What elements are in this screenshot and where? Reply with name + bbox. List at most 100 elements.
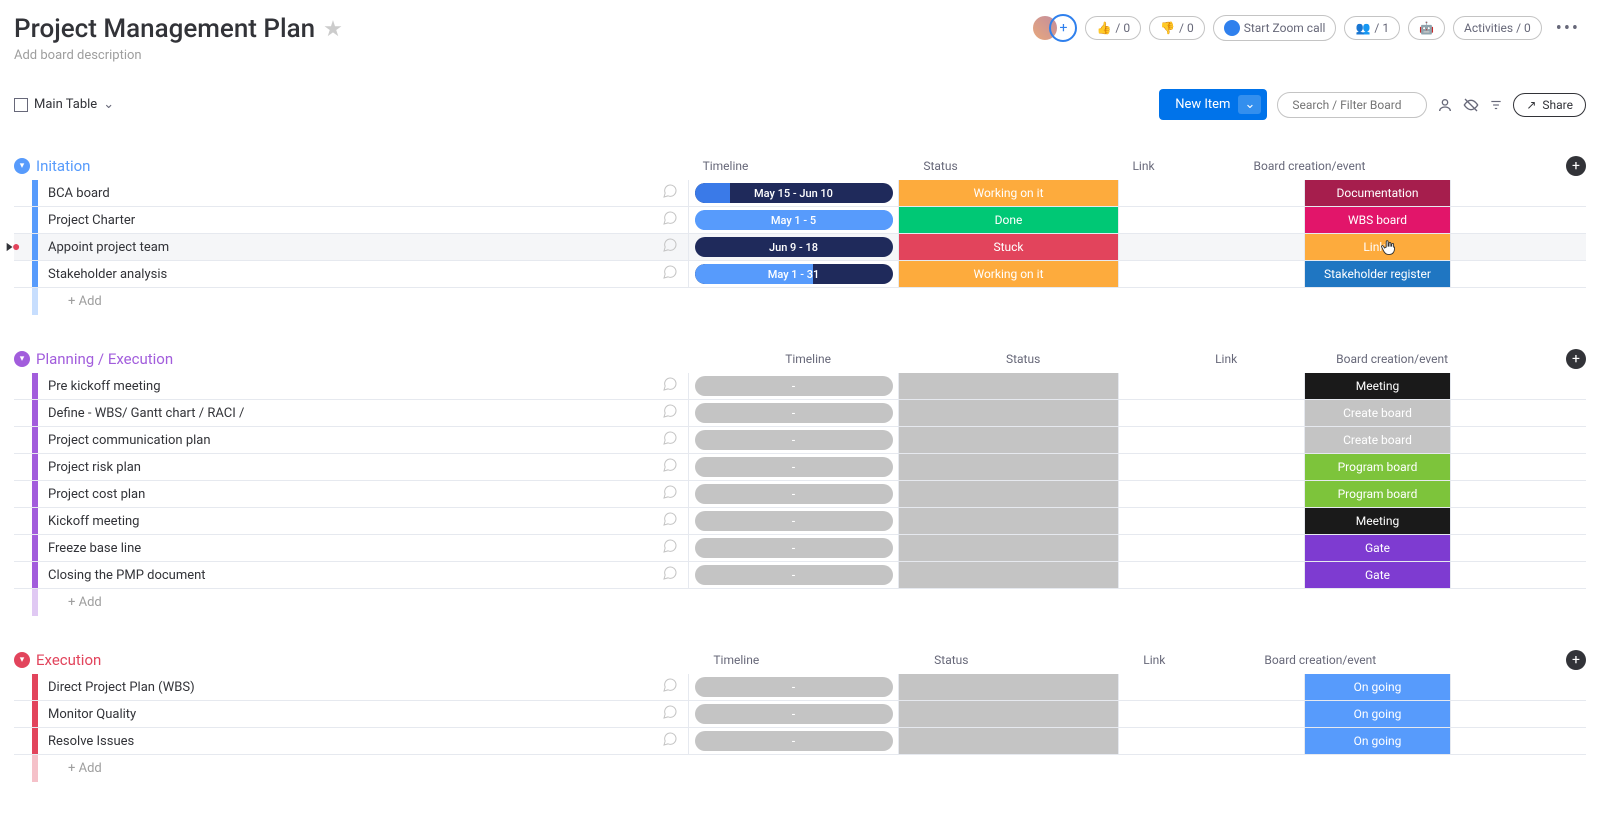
timeline-cell[interactable]: - — [688, 373, 898, 399]
timeline-cell[interactable]: - — [688, 454, 898, 480]
table-row[interactable]: Closing the PMP document - Gate — [14, 562, 1586, 589]
thumbs-down-button[interactable]: 👎 / 0 — [1149, 16, 1205, 40]
person-filter-icon[interactable] — [1437, 97, 1453, 113]
item-name[interactable]: Stakeholder analysis — [48, 267, 167, 282]
column-header-board[interactable]: Board creation/event — [1236, 159, 1382, 173]
timeline-cell[interactable]: May 15 - Jun 10 — [688, 180, 898, 206]
column-header-link[interactable]: Link — [1061, 653, 1247, 667]
item-name[interactable]: Freeze base line — [48, 541, 141, 556]
table-row[interactable]: Monitor Quality - On going — [14, 701, 1586, 728]
hide-columns-icon[interactable] — [1463, 97, 1479, 113]
table-row[interactable]: Resolve Issues - On going — [14, 728, 1586, 755]
status-cell[interactable]: Done — [898, 207, 1118, 233]
timeline-cell[interactable]: - — [688, 427, 898, 453]
add-item-row[interactable]: + Add — [32, 589, 1586, 616]
status-cell[interactable] — [898, 562, 1118, 588]
table-row[interactable]: BCA board May 15 - Jun 10 Working on it … — [14, 180, 1586, 207]
column-header-status[interactable]: Status — [913, 352, 1133, 366]
status-cell[interactable] — [898, 373, 1118, 399]
chat-icon[interactable] — [662, 565, 678, 585]
item-name[interactable]: Direct Project Plan (WBS) — [48, 680, 195, 695]
status-cell[interactable] — [898, 728, 1118, 754]
chat-icon[interactable] — [662, 457, 678, 477]
column-header-status[interactable]: Status — [830, 159, 1050, 173]
item-name[interactable]: Monitor Quality — [48, 707, 136, 722]
link-cell[interactable] — [1118, 261, 1304, 287]
item-name[interactable]: Closing the PMP document — [48, 568, 206, 583]
column-header-status[interactable]: Status — [841, 653, 1061, 667]
status-cell[interactable] — [898, 701, 1118, 727]
more-menu-icon[interactable]: ••• — [1550, 18, 1586, 39]
timeline-cell[interactable]: - — [688, 701, 898, 727]
item-name[interactable]: Resolve Issues — [48, 734, 134, 749]
status-cell[interactable] — [898, 535, 1118, 561]
board-event-cell[interactable]: Links — [1304, 234, 1450, 260]
link-cell[interactable] — [1118, 481, 1304, 507]
favorite-star-icon[interactable]: ★ — [323, 17, 343, 42]
group-title[interactable]: Execution — [36, 651, 101, 669]
add-column-button[interactable]: + — [1566, 349, 1586, 369]
add-avatar-icon[interactable]: + — [1049, 14, 1077, 42]
board-event-cell[interactable]: Create board — [1304, 427, 1450, 453]
item-name[interactable]: Project cost plan — [48, 487, 145, 502]
board-event-cell[interactable]: On going — [1304, 701, 1450, 727]
chat-icon[interactable] — [662, 511, 678, 531]
table-row[interactable]: Project risk plan - Program board — [14, 454, 1586, 481]
chat-icon[interactable] — [662, 731, 678, 751]
link-cell[interactable] — [1118, 728, 1304, 754]
link-cell[interactable] — [1118, 674, 1304, 700]
item-name[interactable]: Appoint project team — [48, 240, 169, 255]
item-name[interactable]: Define - WBS/ Gantt chart / RACI / — [48, 406, 244, 421]
link-cell[interactable] — [1118, 207, 1304, 233]
column-header-board[interactable]: Board creation/event — [1319, 352, 1465, 366]
group-collapse-icon[interactable]: ▾ — [14, 652, 30, 668]
board-event-cell[interactable]: Create board — [1304, 400, 1450, 426]
link-cell[interactable] — [1118, 400, 1304, 426]
table-row[interactable]: Direct Project Plan (WBS) - On going — [14, 674, 1586, 701]
column-header-timeline[interactable]: Timeline — [631, 653, 841, 667]
chat-icon[interactable] — [662, 430, 678, 450]
view-tab-main-table[interactable]: Main Table ⌄ — [14, 97, 114, 112]
table-row[interactable]: Stakeholder analysis May 1 - 31 Working … — [14, 261, 1586, 288]
link-cell[interactable] — [1118, 373, 1304, 399]
group-collapse-icon[interactable]: ▾ — [14, 351, 30, 367]
item-name[interactable]: BCA board — [48, 186, 110, 201]
timeline-cell[interactable]: - — [688, 508, 898, 534]
column-header-board[interactable]: Board creation/event — [1247, 653, 1393, 667]
status-cell[interactable] — [898, 400, 1118, 426]
group-collapse-icon[interactable]: ▾ — [14, 158, 30, 174]
table-row[interactable]: ● Appoint project team Jun 9 - 18 Stuck … — [14, 234, 1586, 261]
link-cell[interactable] — [1118, 508, 1304, 534]
board-title[interactable]: Project Management Plan — [14, 14, 315, 44]
board-event-cell[interactable]: WBS board — [1304, 207, 1450, 233]
table-row[interactable]: Pre kickoff meeting - Meeting — [14, 373, 1586, 400]
board-event-cell[interactable]: Meeting — [1304, 373, 1450, 399]
table-row[interactable]: Project communication plan - Create boar… — [14, 427, 1586, 454]
new-item-button[interactable]: New Item ⌄ — [1159, 89, 1267, 120]
status-cell[interactable] — [898, 508, 1118, 534]
chat-icon[interactable] — [662, 183, 678, 203]
automations-button[interactable]: 🤖 — [1408, 16, 1445, 40]
status-cell[interactable]: Working on it — [898, 261, 1118, 287]
status-cell[interactable] — [898, 674, 1118, 700]
timeline-cell[interactable]: - — [688, 728, 898, 754]
chat-icon[interactable] — [662, 237, 678, 257]
add-item-row[interactable]: + Add — [32, 755, 1586, 782]
board-event-cell[interactable]: Documentation — [1304, 180, 1450, 206]
status-cell[interactable] — [898, 454, 1118, 480]
board-event-cell[interactable]: Program board — [1304, 454, 1450, 480]
status-cell[interactable]: Working on it — [898, 180, 1118, 206]
link-cell[interactable] — [1118, 562, 1304, 588]
board-event-cell[interactable]: On going — [1304, 728, 1450, 754]
chat-icon[interactable] — [662, 704, 678, 724]
column-header-timeline[interactable]: Timeline — [620, 159, 830, 173]
item-name[interactable]: Kickoff meeting — [48, 514, 139, 529]
board-description[interactable]: Add board description — [14, 48, 343, 63]
zoom-call-button[interactable]: Start Zoom call — [1213, 15, 1337, 41]
chat-icon[interactable] — [662, 264, 678, 284]
timeline-cell[interactable]: - — [688, 535, 898, 561]
table-row[interactable]: Define - WBS/ Gantt chart / RACI / - Cre… — [14, 400, 1586, 427]
link-cell[interactable] — [1118, 454, 1304, 480]
link-cell[interactable] — [1118, 234, 1304, 260]
status-cell[interactable]: Stuck — [898, 234, 1118, 260]
